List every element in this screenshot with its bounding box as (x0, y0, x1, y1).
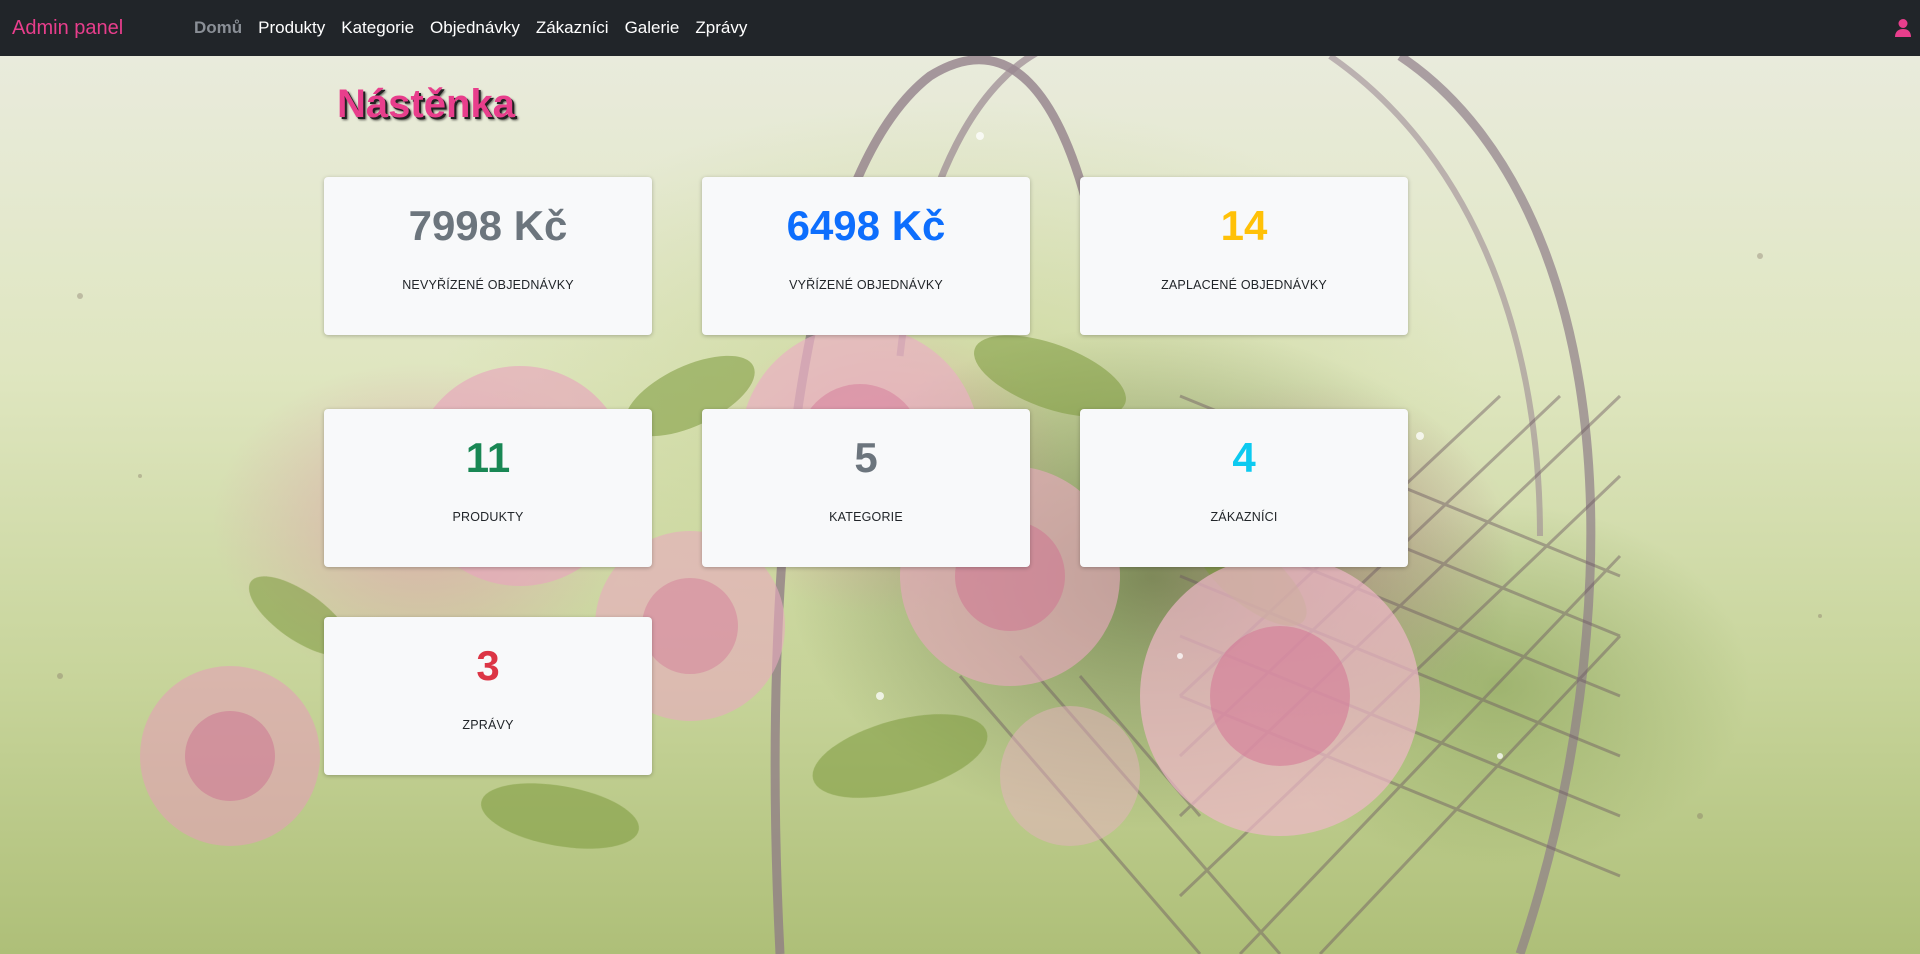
card-products: 11 PRODUKTY (324, 409, 652, 567)
top-navbar: Admin panel Domů Produkty Kategorie Obje… (0, 0, 1920, 56)
card-value: 7998 Kč (408, 202, 568, 249)
card-label: NEVYŘÍZENÉ OBJEDNÁVKY (402, 278, 574, 292)
user-icon[interactable] (1894, 18, 1912, 38)
card-paid-orders: 14 ZAPLACENÉ OBJEDNÁVKY (1080, 177, 1408, 335)
card-label: ZÁKAZNÍCI (1210, 510, 1278, 524)
card-pending-orders: 7998 Kč NEVYŘÍZENÉ OBJEDNÁVKY (324, 177, 652, 335)
card-value: 6498 Kč (786, 202, 946, 249)
nav-link-products[interactable]: Produkty (250, 0, 333, 56)
card-value: 11 (465, 434, 511, 481)
card-categories: 5 KATEGORIE (702, 409, 1030, 567)
card-completed-orders: 6498 Kč VYŘÍZENÉ OBJEDNÁVKY (702, 177, 1030, 335)
card-value: 5 (854, 434, 878, 481)
nav-link-home[interactable]: Domů (186, 0, 250, 56)
nav-link-customers[interactable]: Zákazníci (528, 0, 617, 56)
card-label: VYŘÍZENÉ OBJEDNÁVKY (789, 278, 943, 292)
nav-link-gallery[interactable]: Galerie (617, 0, 688, 56)
card-label: PRODUKTY (452, 510, 524, 524)
card-value: 4 (1232, 434, 1256, 481)
card-label: ZAPLACENÉ OBJEDNÁVKY (1161, 278, 1327, 292)
card-label: KATEGORIE (829, 510, 903, 524)
card-customers: 4 ZÁKAZNÍCI (1080, 409, 1408, 567)
page-title: Nástěnka (337, 82, 515, 126)
nav-link-categories[interactable]: Kategorie (333, 0, 422, 56)
nav-link-orders[interactable]: Objednávky (422, 0, 528, 56)
brand-link[interactable]: Admin panel (12, 14, 123, 42)
card-value: 3 (476, 642, 500, 689)
card-value: 14 (1220, 202, 1268, 249)
nav-link-messages[interactable]: Zprávy (687, 0, 755, 56)
main-nav: Domů Produkty Kategorie Objednávky Zákaz… (186, 0, 755, 56)
card-messages: 3 ZPRÁVY (324, 617, 652, 775)
card-label: ZPRÁVY (462, 718, 514, 732)
